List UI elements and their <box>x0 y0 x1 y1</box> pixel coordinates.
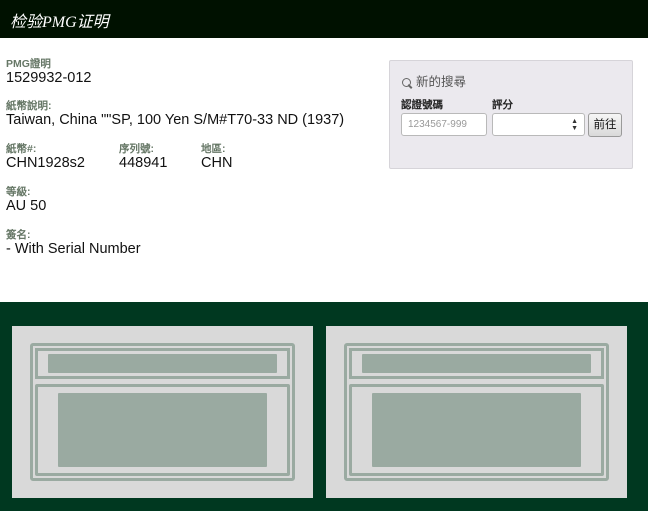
grade-select[interactable]: ▲ ▼ <box>492 113 585 136</box>
region-field: 地區: CHN <box>201 143 232 172</box>
slab-note-frame <box>349 384 604 476</box>
search-icon <box>402 78 411 87</box>
slab-label-placeholder <box>362 354 591 373</box>
note-number-value: CHN1928s2 <box>6 155 85 171</box>
region-label: 地區: <box>201 143 226 155</box>
select-arrows-icon: ▲ ▼ <box>571 118 578 132</box>
note-image-back[interactable] <box>326 326 627 498</box>
new-search-panel: 新的搜尋 認證號碼 評分 ▲▼ 前往 <box>389 60 633 169</box>
signature-label: 簽名: <box>6 229 31 241</box>
page-header: 检验PMG证明 <box>0 0 648 38</box>
signature-value: - With Serial Number <box>6 241 141 257</box>
grade-label: 等級: <box>6 186 31 198</box>
note-image-gallery <box>0 302 648 511</box>
slab-label-frame <box>35 348 290 379</box>
slab-label-placeholder <box>48 354 277 373</box>
cert-number-search-label: 認證號碼 <box>401 99 443 111</box>
signature-field: 簽名: - With Serial Number <box>6 229 141 258</box>
cert-number-value: 1529932-012 <box>6 70 92 86</box>
cert-number-label: PMG證明 <box>6 58 51 70</box>
slab-label-frame <box>349 348 604 379</box>
slab-placeholder-icon <box>344 343 609 481</box>
note-number-field: 紙幣#: CHN1928s2 <box>6 143 85 172</box>
note-description-field: 紙幣說明: Taiwan, China ""SP, 100 Yen S/M#T7… <box>6 100 344 129</box>
grade-value: AU 50 <box>6 198 47 214</box>
cert-number-input[interactable] <box>401 113 487 136</box>
note-image-front[interactable] <box>12 326 313 498</box>
new-search-label: 新的搜尋 <box>416 75 467 89</box>
grade-field: 等級: AU 50 <box>6 186 46 215</box>
slab-note-frame <box>35 384 290 476</box>
serial-number-label: 序列號: <box>119 143 154 155</box>
page-title: 检验PMG证明 <box>10 14 109 31</box>
new-search-title: 新的搜尋 <box>402 71 466 90</box>
grade-search-label: 評分 <box>492 99 513 111</box>
slab-placeholder-icon <box>30 343 295 481</box>
serial-number-field: 序列號: 448941 <box>119 143 167 172</box>
note-number-label: 紙幣#: <box>6 143 37 155</box>
note-description-value: Taiwan, China ""SP, 100 Yen S/M#T70-33 N… <box>6 112 345 128</box>
go-button[interactable]: 前往 <box>588 113 622 137</box>
cert-number-field: PMG證明 1529932-012 <box>6 58 91 87</box>
note-description-label: 紙幣說明: <box>6 100 52 112</box>
serial-number-value: 448941 <box>119 155 168 171</box>
region-value: CHN <box>201 155 233 171</box>
slab-note-placeholder <box>372 393 581 467</box>
slab-note-placeholder <box>58 393 267 467</box>
